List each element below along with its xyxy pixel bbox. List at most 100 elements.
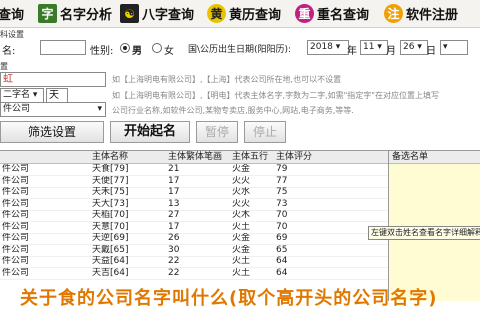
row-score: 65 [276,244,288,255]
year-unit: 年 [347,46,357,57]
table-row[interactable]: 件公司 天食[79] 21 火金 79 [0,164,388,176]
row-wuxing: 火土 [232,221,251,232]
top-toolbar: 查询 字 名字分析 ☯ 八字查询 黄 黄历查询 重 重名查询 注 软件注册 [0,0,480,28]
row-name: 天食[79] [92,164,129,174]
favorites-header: 备选名单 [389,151,480,164]
table-row[interactable]: 件公司 天便[77] 17 火火 77 [0,176,388,188]
row-industry: 件公司 [2,198,30,209]
register-icon: 注 [384,4,403,23]
month-select[interactable]: 11 ▾ [360,40,388,55]
industry-select[interactable]: 件公司 ▾ [0,102,106,117]
toolbar-register-label: 软件注册 [406,8,459,23]
table-row[interactable]: 件公司 天吉[64] 22 火土 64 [0,268,388,280]
table-row[interactable]: 件公司 天稻[70] 27 火木 70 [0,210,388,222]
row-wuxing: 火金 [232,164,251,174]
row-name: 天大[73] [92,198,129,209]
filter-settings-button[interactable]: 筛选设置 [0,121,104,143]
row-strokes: 22 [168,256,180,266]
company-group-caption: 置 [0,62,8,71]
row-industry: 件公司 [2,233,30,243]
results-table-header: 主体名称 主体繁体笔画 主体五行 主体评分 [0,151,388,164]
start-naming-button[interactable]: 开始起名 [110,121,190,143]
row-score: 64 [276,267,288,278]
row-name: 天意[70] [92,221,129,232]
row-wuxing: 火火 [232,175,251,186]
row-name: 天禾[75] [92,187,129,197]
region-hint: 如【上海明电有限公司】,【上海】代表公司所在地,也可以不设置 [112,75,342,84]
gender-male-radio[interactable] [120,43,130,53]
toolbar-bazi-button[interactable]: ☯ 八字查询 [120,3,194,24]
name-input[interactable] [40,40,86,55]
mode-hint: 如【上海明电有限公司】,【明电】代表主体名字,字数为二字,如需"指定字"在对应位… [112,91,439,100]
row-strokes: 13 [168,198,180,209]
row-industry: 件公司 [2,256,30,266]
table-row[interactable]: 件公司 天禾[75] 17 火水 75 [0,187,388,199]
region-input[interactable]: 虹 [0,72,106,87]
stop-button[interactable]: 停止 [244,121,286,143]
row-name: 天逆[69] [92,233,129,243]
page-banner-text: 关于食的公司名字叫什么(取个高开头的公司名字) [20,288,438,309]
toolbar-register-button[interactable]: 注 软件注册 [384,3,458,24]
row-strokes: 30 [168,244,180,255]
name-mode-select[interactable]: 二字名 ▾ [0,88,44,103]
table-row[interactable]: 件公司 天益[64] 22 火土 64 [0,256,388,268]
row-score: 70 [276,221,288,232]
row-name: 天便[77] [92,175,129,186]
day-select[interactable]: 26 ▾ [400,40,428,55]
row-name: 天益[64] [92,256,129,266]
gender-female-label: 女 [164,46,174,57]
toolbar-almanac-label: 黄历查询 [229,8,282,23]
year-select-value: 2018 [310,42,333,52]
row-score: 70 [276,210,288,220]
row-wuxing: 火水 [232,187,251,197]
name-mode-select-value: 二字名 [3,90,31,100]
row-score: 77 [276,175,288,186]
row-wuxing: 火土 [232,256,251,266]
pause-button[interactable]: 暂停 [196,121,238,143]
toolbar-almanac-button[interactable]: 黄 黄历查询 [207,3,281,24]
row-score: 64 [276,256,288,266]
fixed-char-input[interactable]: 天 [46,88,68,103]
day-unit: 日 [426,46,436,57]
row-wuxing: 火金 [232,244,251,255]
month-unit: 月 [386,46,396,57]
table-row[interactable]: 件公司 天戴[65] 30 火金 65 [0,245,388,257]
row-strokes: 27 [168,210,180,220]
gender-female-radio[interactable] [152,43,162,53]
row-wuxing: 火土 [232,267,251,278]
results-table: 主体名称 主体繁体笔画 主体五行 主体评分 件公司 天食[79] 21 火金 79 件公司… [0,150,388,301]
toolbar-duplicate-name-button[interactable]: 重 重名查询 [295,3,369,24]
row-industry: 件公司 [2,221,30,232]
row-industry: 件公司 [2,164,30,174]
row-wuxing: 火金 [232,233,251,243]
birth-date-label: 国\公历出生日期(阳阳历): [188,45,292,55]
yinyang-icon: ☯ [120,4,139,23]
toolbar-name-analysis-button[interactable]: 字 名字分析 [38,3,112,24]
row-industry: 件公司 [2,187,30,197]
row-strokes: 26 [168,233,180,243]
table-row[interactable]: 件公司 天意[70] 17 火土 70 [0,222,388,234]
gender-male-label: 男 [132,46,142,57]
row-strokes: 22 [168,267,180,278]
day-select-value: 26 [403,42,415,52]
col-header-score: 主体评分 [276,152,313,162]
year-select[interactable]: 2018 ▾ [307,40,349,55]
row-wuxing: 火火 [232,198,251,209]
col-header-strokes: 主体繁体笔画 [168,152,223,162]
row-wuxing: 火木 [232,210,251,220]
toolbar-query-button[interactable]: 查询 [0,3,24,24]
toolbar-query-label: 查询 [0,8,25,23]
name-label: 名: [2,46,16,57]
table-row[interactable]: 件公司 天逆[69] 26 火金 69 [0,233,388,245]
toolbar-duplicate-name-label: 重名查询 [317,8,370,23]
hour-select[interactable]: ▾ [440,40,468,55]
industry-hint: 公司行业名称,如软件公司,某物专卖店,服务中心,网站,电子商务,等等. [112,106,354,115]
gender-label: 性别: [90,46,114,57]
settings-group-caption: 科设置 [0,30,24,39]
almanac-icon: 黄 [207,4,226,23]
month-select-value: 11 [363,42,375,52]
toolbar-name-analysis-label: 名字分析 [60,8,113,23]
toolbar-bazi-label: 八字查询 [142,8,195,23]
table-row[interactable]: 件公司 天大[73] 13 火火 73 [0,199,388,211]
name-analysis-icon: 字 [38,4,57,23]
